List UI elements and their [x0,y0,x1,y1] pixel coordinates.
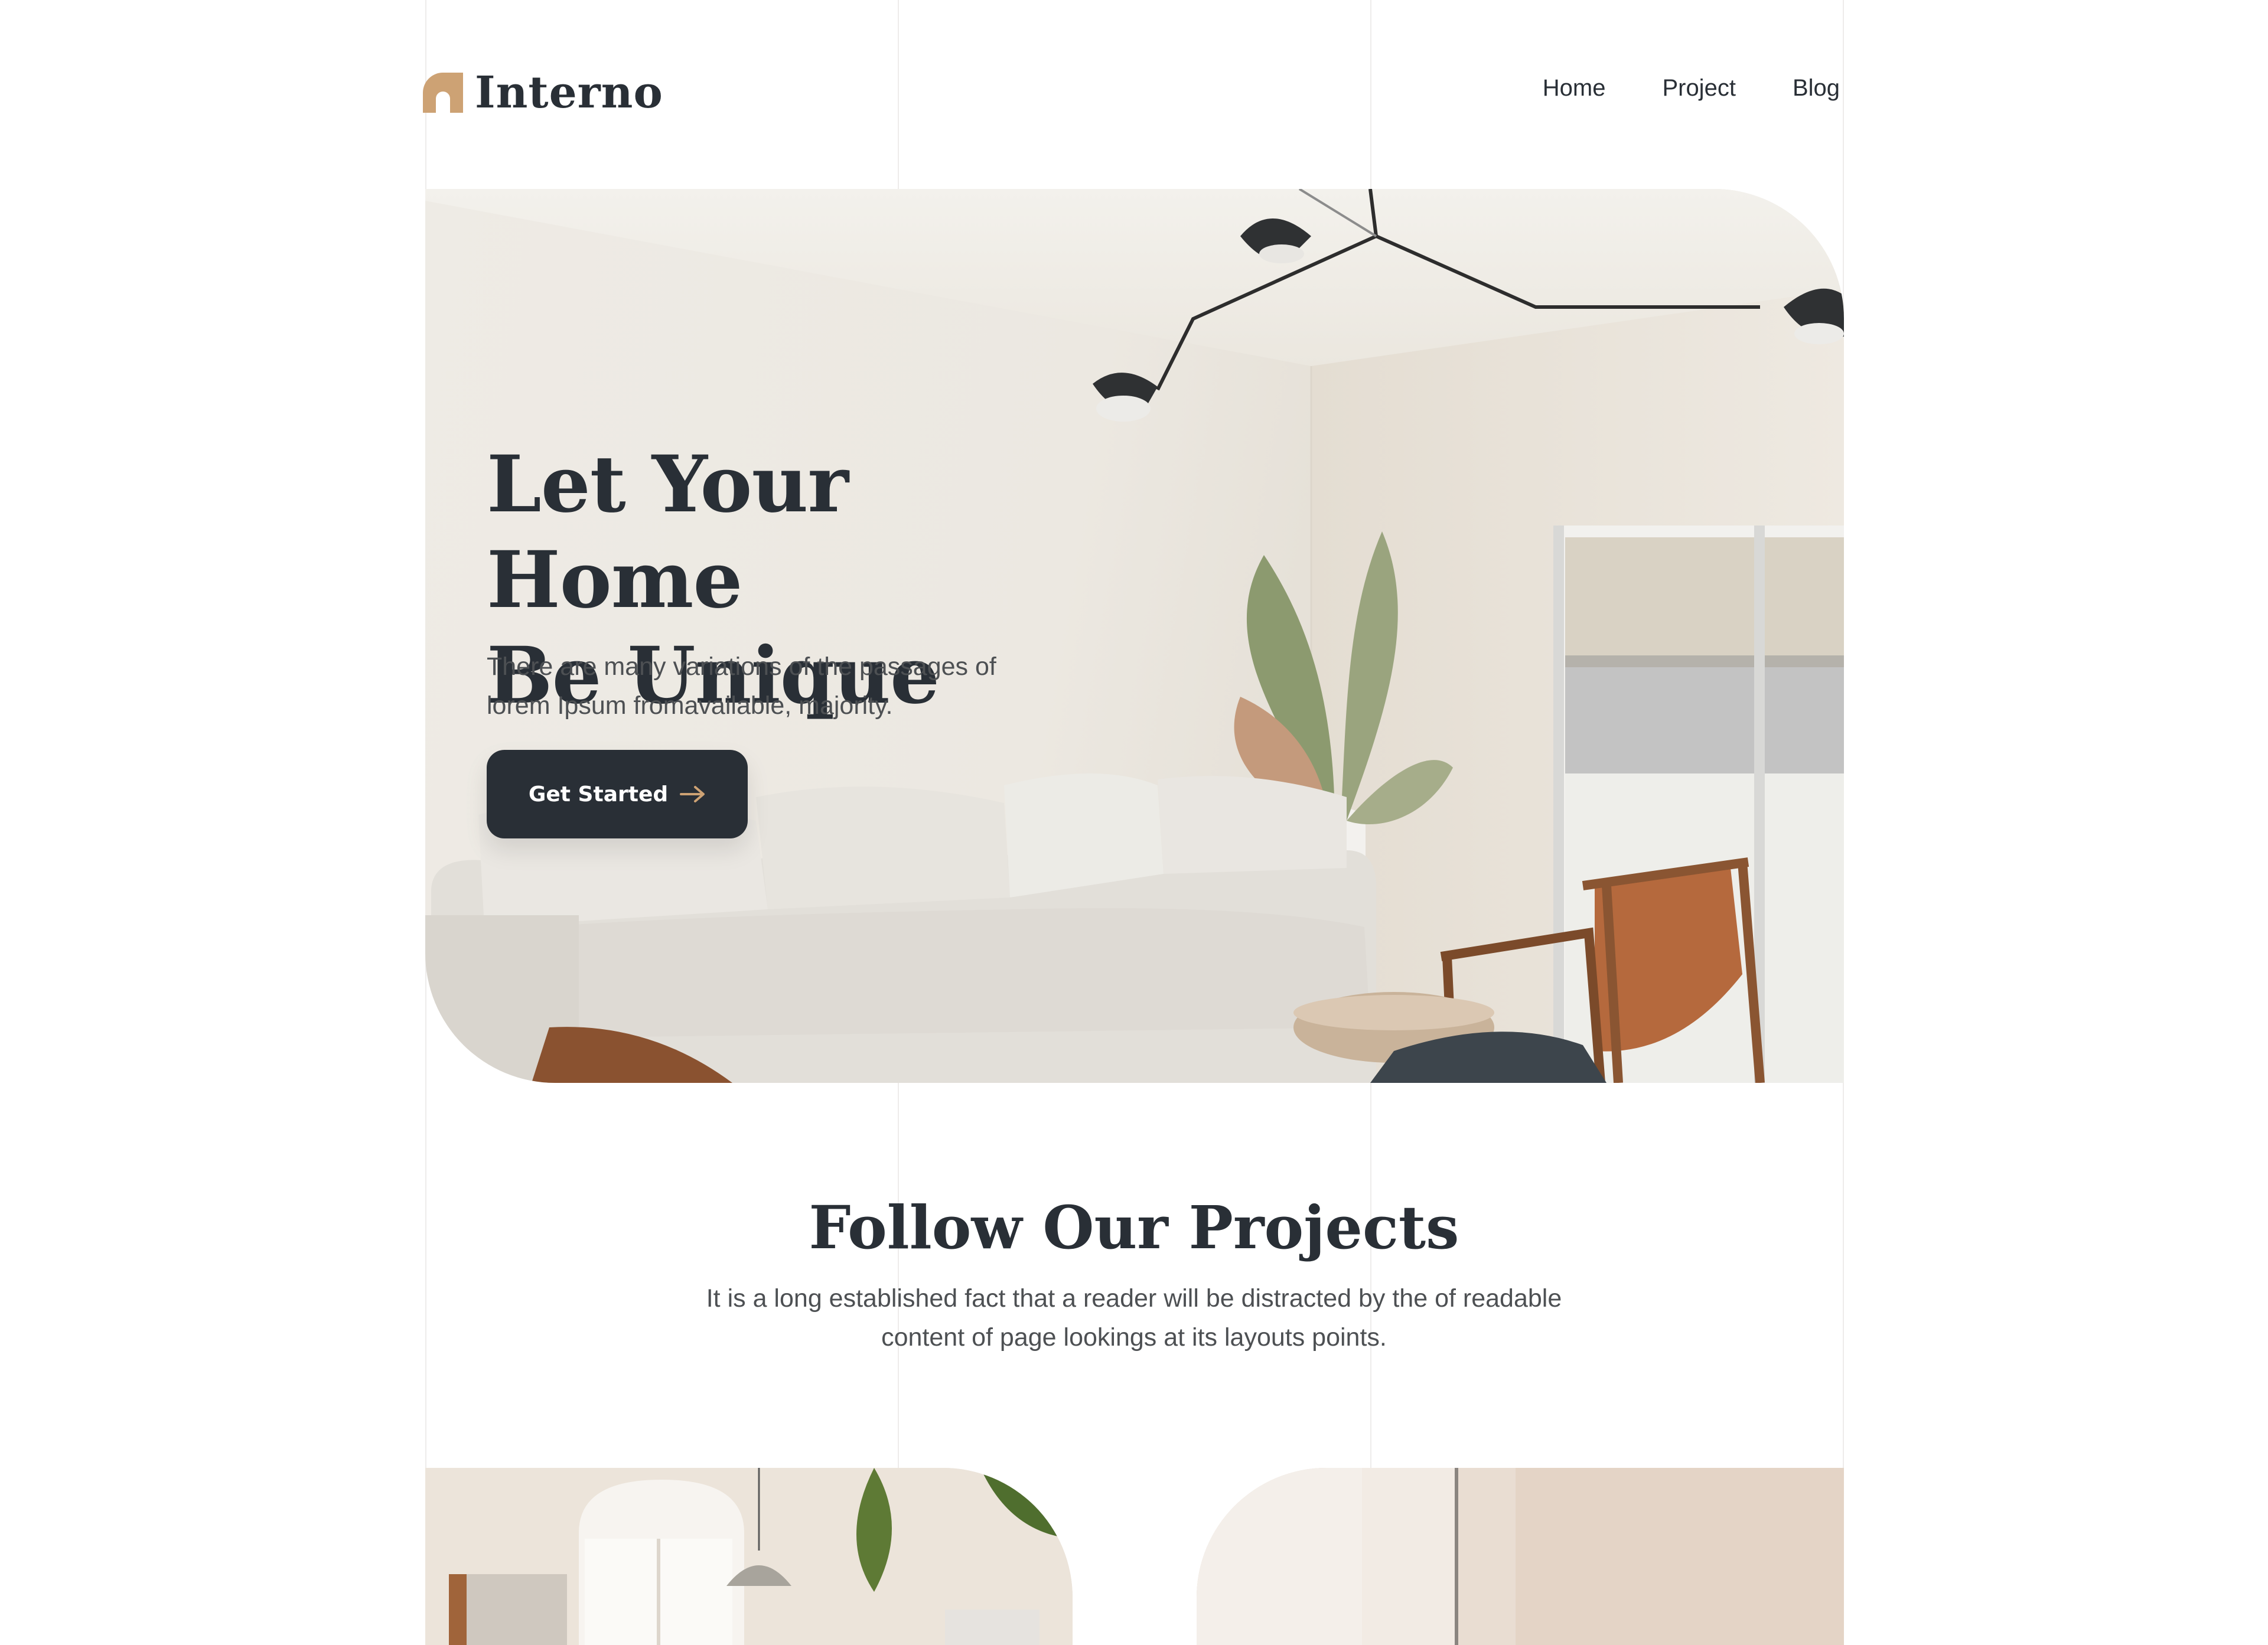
project-card-bedroom[interactable] [1197,1468,1844,1645]
projects-subtitle-line-2: content of page lookings at its layouts … [881,1323,1387,1352]
hero-subtitle: There are many variations of the passage… [487,647,1077,725]
nav-link-blog[interactable]: Blog [1793,75,1840,102]
nav-link-home[interactable]: Home [1543,75,1606,102]
projects-subtitle: It is a long established fact that a rea… [691,1279,1577,1357]
hero-subtitle-line-1: There are many variations of the passage… [487,652,996,681]
hero-banner: Let Your Home Be Unique There are many v… [425,189,1844,1083]
projects-subtitle-line-1: It is a long established fact that a rea… [706,1284,1562,1313]
arch-logo-icon [423,73,463,113]
arrow-right-icon [680,786,705,802]
get-started-label: Get Started [528,782,669,807]
projects-title: Follow Our Projects [809,1193,1459,1262]
get-started-button[interactable]: Get Started [487,750,748,838]
project-photo [1197,1468,1844,1645]
brand-name: Interno [475,67,663,118]
main-nav: Home Project Blog [1543,75,1840,102]
project-card-kitchen[interactable] [425,1468,1073,1645]
hero-subtitle-line-2: lorem Ipsum fromavailable, majority. [487,691,893,720]
brand-logo[interactable]: Interno [423,67,663,118]
project-photo [425,1468,1073,1645]
hero-title-line-1: Let Your Home [487,439,849,626]
nav-link-project[interactable]: Project [1662,75,1736,102]
